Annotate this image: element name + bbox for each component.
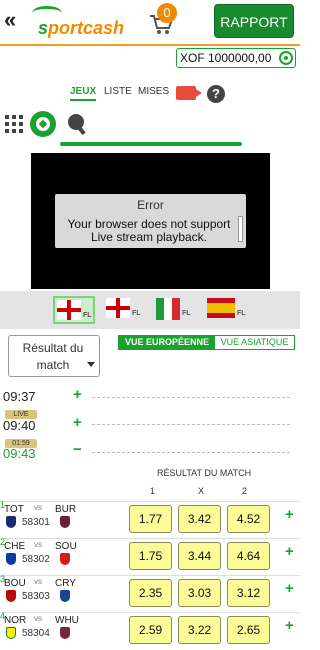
column-header-x: X (198, 486, 205, 496)
spain-flag (207, 298, 235, 318)
error-message: Your browser does not support Live strea… (67, 217, 231, 244)
odd-draw-button[interactable]: 3.44 (178, 542, 221, 570)
away-team: CRY (55, 578, 76, 589)
flag-spain-fl[interactable]: FL (205, 296, 247, 324)
soccer-ball-icon[interactable] (30, 111, 56, 137)
more-markets-button[interactable]: + (285, 580, 294, 597)
more-markets-button[interactable]: + (285, 617, 294, 634)
home-team-crest (6, 516, 16, 528)
odd-home-button[interactable]: 2.35 (129, 579, 172, 607)
away-team: BUR (55, 504, 77, 515)
table-tennis-icon[interactable] (66, 112, 90, 136)
slot-time[interactable]: 09:37 (3, 389, 36, 404)
report-button[interactable]: RAPPORT (214, 4, 294, 38)
slot-time-active[interactable]: 09:43 (3, 446, 36, 461)
home-team-crest (6, 590, 16, 602)
error-title: Error (137, 198, 164, 212)
column-header-2: 2 (242, 486, 248, 496)
slot-divider (92, 397, 290, 398)
more-markets-button[interactable]: + (285, 506, 294, 523)
app-screen: « sportcash 0 RAPPORT XOF 1000000,00 JEU… (0, 0, 300, 650)
england-flag (106, 298, 130, 318)
match-id: 58303 (22, 591, 50, 602)
odd-home-button[interactable]: 1.77 (129, 505, 172, 533)
vs-label: VS (34, 580, 43, 586)
view-toggle: VUE EUROPÉENNE VUE ASIATIQUE (118, 335, 295, 350)
away-team-crest (60, 590, 70, 602)
home-team: CHE (4, 541, 26, 552)
market-select-label: Résultat du match (22, 341, 84, 372)
home-team: NOR (4, 615, 27, 626)
match-row: 4 NOR VS WHU 58304 2.59 3.22 2.65 + (0, 611, 300, 647)
flag-england-fl-selected[interactable]: FL (53, 296, 95, 324)
flag-england-fl[interactable]: FL (104, 296, 146, 324)
odd-away-button[interactable]: 4.64 (227, 542, 270, 570)
vs-label: VS (34, 617, 43, 623)
chevron-down-icon (87, 362, 95, 367)
home-team: BOU (4, 578, 26, 589)
vs-label: VS (34, 543, 43, 549)
logo[interactable]: sportcash (28, 6, 124, 40)
away-team: WHU (55, 615, 79, 626)
home-team-crest (6, 627, 16, 639)
odd-draw-button[interactable]: 3.22 (178, 616, 221, 644)
england-flag (57, 300, 81, 320)
video-camera-icon[interactable] (176, 86, 196, 100)
home-team-crest (6, 553, 16, 565)
error-scrollbar[interactable] (238, 216, 243, 242)
odd-draw-button[interactable]: 3.42 (178, 505, 221, 533)
balance-box: XOF 1000000,00 (176, 48, 296, 68)
flag-italy-fl[interactable]: FL (154, 296, 196, 324)
more-markets-button[interactable]: + (285, 543, 294, 560)
sport-progress-bar (60, 142, 242, 146)
expand-slot-button[interactable]: + (73, 414, 82, 431)
stream-error-dialog: Error Your browser does not support Live… (55, 194, 246, 248)
match-id: 58304 (22, 628, 50, 639)
column-header-1: 1 (150, 486, 156, 496)
refresh-icon[interactable] (279, 51, 293, 65)
odd-draw-button[interactable]: 3.03 (178, 579, 221, 607)
cart-count-badge: 0 (157, 3, 177, 23)
away-team-crest (60, 516, 70, 528)
balance-amount: XOF 1000000,00 (180, 51, 272, 65)
match-row: 1 TOT VS BUR 58301 1.77 3.42 4.52 + (0, 500, 300, 536)
help-icon[interactable]: ? (207, 85, 225, 103)
asian-view-button[interactable]: VUE ASIATIQUE (215, 336, 294, 349)
away-team-crest (60, 627, 70, 639)
vs-label: VS (34, 506, 43, 512)
match-id: 58302 (22, 554, 50, 565)
away-team-crest (60, 553, 70, 565)
odd-home-button[interactable]: 1.75 (129, 542, 172, 570)
odd-away-button[interactable]: 2.65 (227, 616, 270, 644)
tab-jeux[interactable]: JEUX (70, 86, 97, 101)
expand-slot-button[interactable]: + (73, 386, 82, 403)
match-id: 58301 (22, 517, 50, 528)
tab-mises[interactable]: MISES (138, 86, 169, 97)
grid-icon[interactable] (5, 115, 23, 133)
collapse-slot-button[interactable]: − (73, 441, 82, 458)
logo-text: sportcash (38, 18, 125, 38)
italy-flag (156, 298, 180, 320)
european-view-button[interactable]: VUE EUROPÉENNE (119, 336, 215, 349)
match-row: 2 CHE VS SOU 58302 1.75 3.44 4.64 + (0, 537, 300, 573)
odds-header-title: RÉSULTAT DU MATCH (157, 468, 252, 478)
odd-home-button[interactable]: 2.59 (129, 616, 172, 644)
back-icon[interactable]: « (4, 9, 16, 31)
away-team: SOU (55, 541, 77, 552)
odd-away-button[interactable]: 3.12 (227, 579, 270, 607)
tab-liste[interactable]: LISTE (104, 86, 132, 97)
league-flags-bar (0, 291, 300, 329)
slot-divider (92, 452, 290, 453)
slot-time[interactable]: 09:40 (3, 418, 36, 433)
slot-divider (92, 424, 290, 425)
header: « sportcash 0 RAPPORT (0, 0, 300, 46)
home-team: TOT (4, 504, 24, 515)
odd-away-button[interactable]: 4.52 (227, 505, 270, 533)
match-row: 3 BOU VS CRY 58303 2.35 3.03 3.12 + (0, 574, 300, 610)
market-select[interactable]: Résultat du match (8, 335, 100, 377)
